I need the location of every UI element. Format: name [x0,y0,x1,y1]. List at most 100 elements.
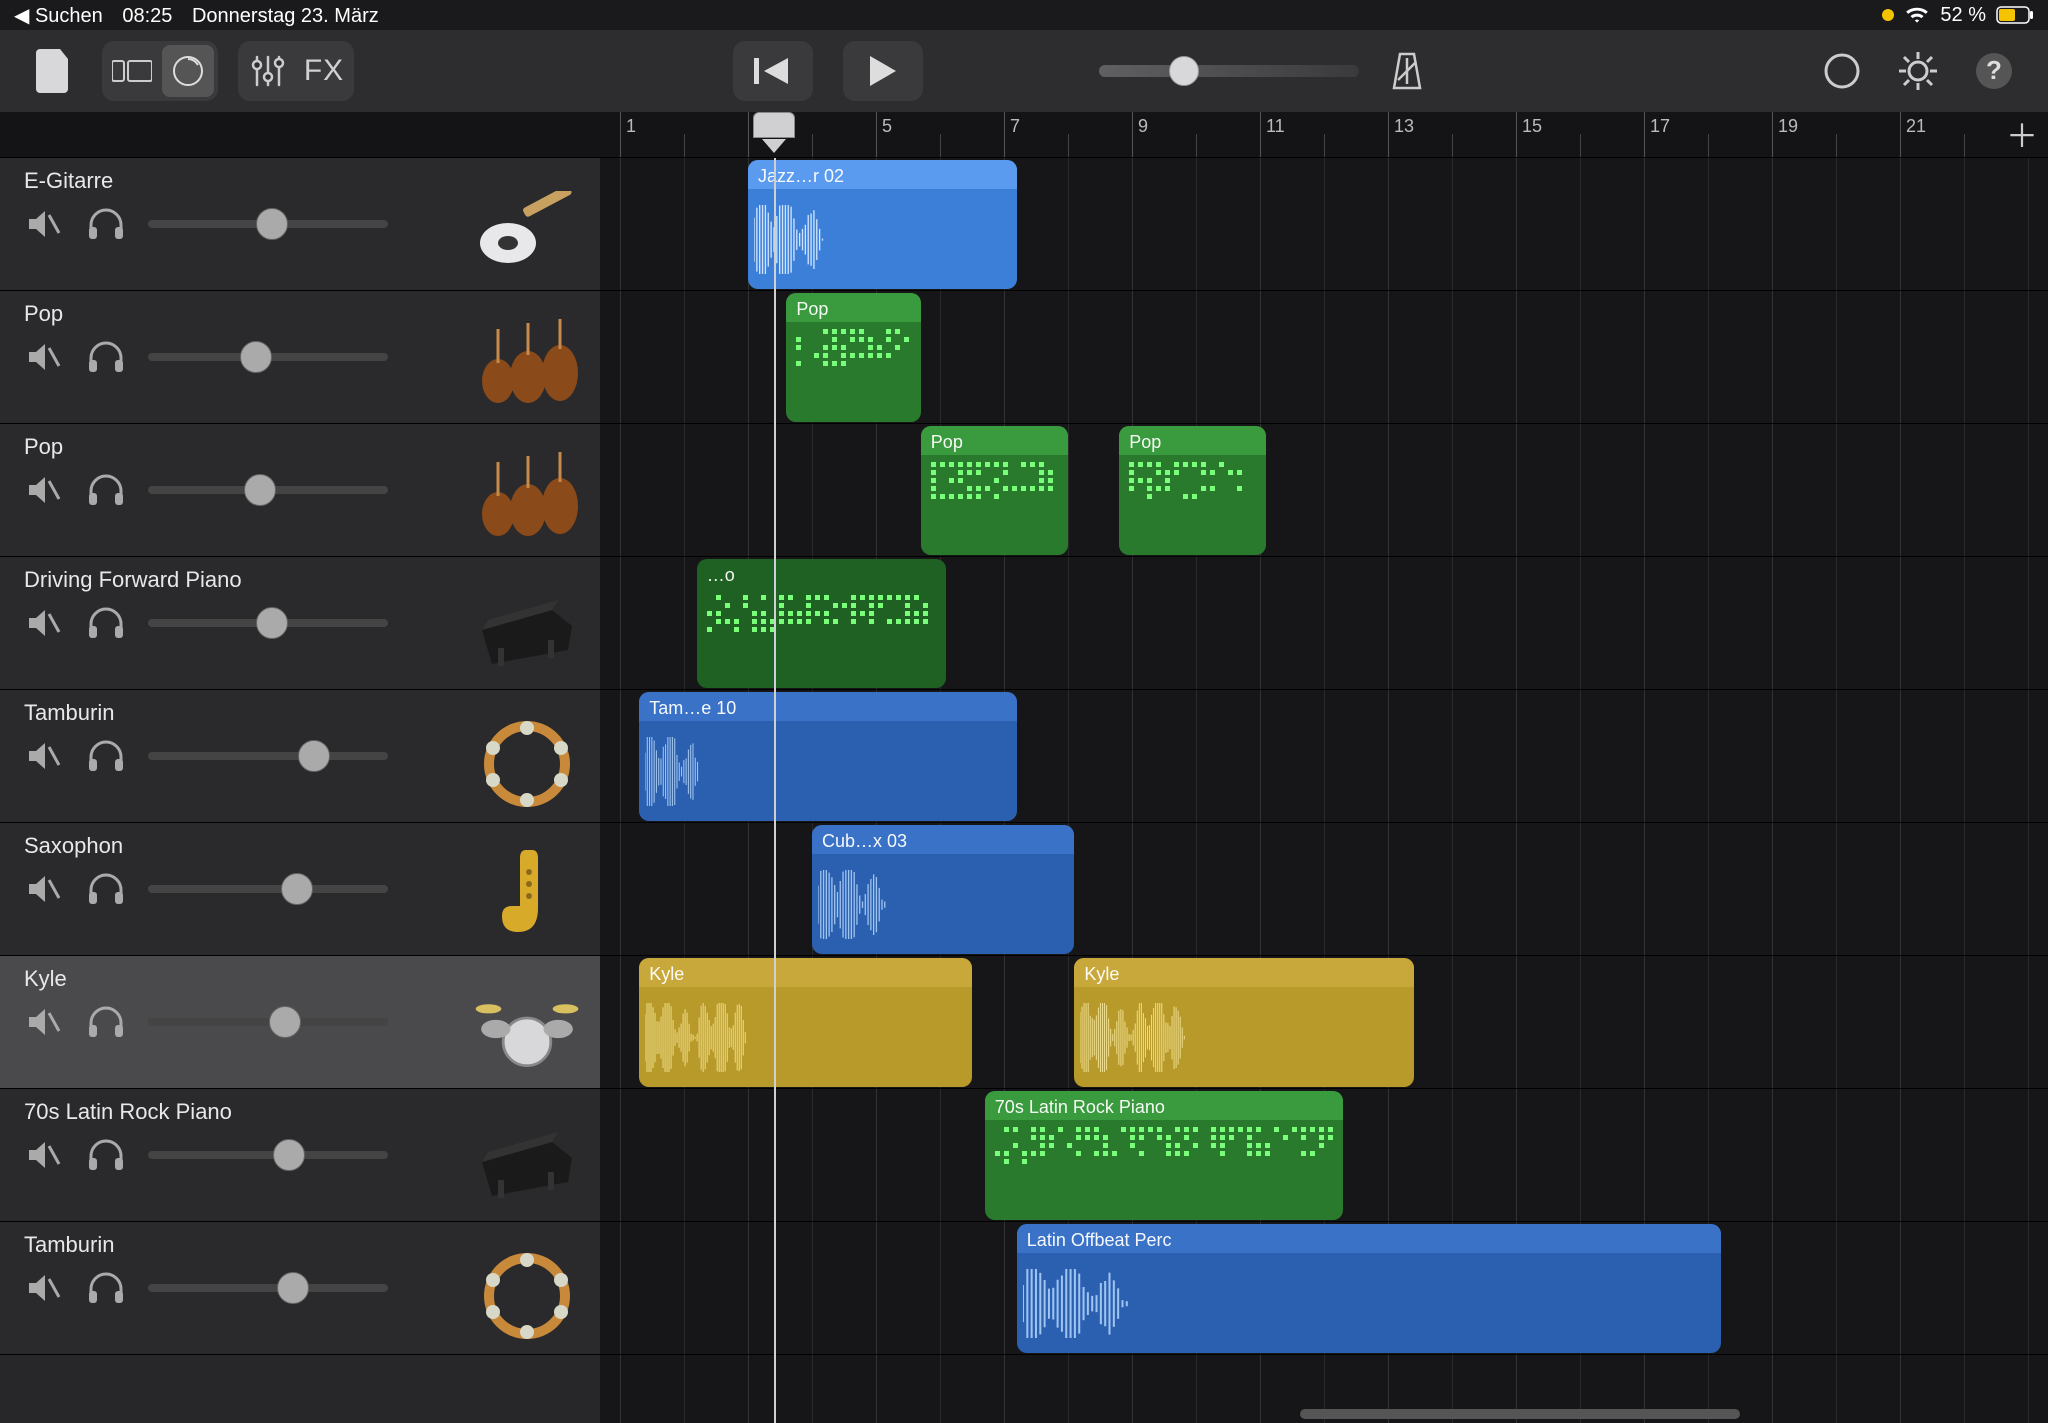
timeline[interactable]: Jazz…r 02PopPopPop…oTam…e 10Cub…x 03Kyle… [600,158,2048,1423]
ruler-tick: 19 [1772,112,1798,157]
track-header[interactable]: Pop [0,291,600,424]
region[interactable]: 70s Latin Rock Piano [985,1091,1343,1220]
main-area: E-GitarrePopPopDriving Forward PianoTamb… [0,158,2048,1423]
loop-browser-button[interactable] [1814,43,1870,99]
region[interactable]: Jazz…r 02 [748,160,1017,289]
help-button[interactable]: ? [1966,43,2022,99]
volume-knob[interactable] [244,474,276,506]
battery-icon [1996,6,2034,24]
track-volume-slider[interactable] [148,486,388,494]
region-label: Jazz…r 02 [748,160,1017,189]
track-volume-slider[interactable] [148,1151,388,1159]
status-bar: ◀ Suchen 08:25 Donnerstag 23. März 52 % [0,0,2048,30]
region[interactable]: Kyle [639,958,972,1087]
rewind-button[interactable] [733,41,813,101]
instrument-icon [472,718,582,808]
ruler-tick: 17 [1644,112,1670,157]
track-controls-button[interactable] [242,45,294,97]
date: Donnerstag 23. März [192,5,379,27]
track-volume-slider[interactable] [148,1284,388,1292]
region[interactable]: Tam…e 10 [639,692,1017,821]
track-lane[interactable] [600,424,2048,557]
metronome-button[interactable] [1379,43,1435,99]
horizontal-scrollbar[interactable] [1300,1409,1740,1419]
volume-knob[interactable] [277,1272,309,1304]
volume-knob[interactable] [256,607,288,639]
ruler-tick: 1 [620,112,636,157]
instrument-icon [472,452,582,542]
mute-button[interactable] [24,1135,64,1175]
volume-knob[interactable] [269,1006,301,1038]
back-to-app[interactable]: ◀ Suchen [14,5,103,27]
master-volume-slider[interactable] [1099,65,1359,77]
mute-button[interactable] [24,1002,64,1042]
instrument-icon [472,984,582,1074]
headphones-button[interactable] [86,204,126,244]
track-header[interactable]: E-Gitarre [0,158,600,291]
volume-knob[interactable] [298,740,330,772]
add-track-button[interactable]: ＋ [2004,116,2040,152]
region[interactable]: Pop [1119,426,1266,555]
volume-knob[interactable] [240,341,272,373]
headphones-button[interactable] [86,1268,126,1308]
track-volume-slider[interactable] [148,353,388,361]
region-label: 70s Latin Rock Piano [985,1091,1343,1120]
toolbar: FX ? [0,30,2048,112]
mute-button[interactable] [24,337,64,377]
volume-knob[interactable] [273,1139,305,1171]
headphones-button[interactable] [86,869,126,909]
timeline-ruler[interactable]: ＋ 13579111315171921 [600,112,2048,157]
headphones-button[interactable] [86,1002,126,1042]
ruler-tick: 15 [1516,112,1542,157]
playhead[interactable] [774,158,776,1423]
settings-button[interactable] [1890,43,1946,99]
mute-button[interactable] [24,736,64,776]
playhead-handle[interactable] [753,112,795,138]
track-header[interactable]: Saxophon [0,823,600,956]
instrument-icon [472,186,582,276]
my-songs-button[interactable] [26,43,82,99]
volume-knob[interactable] [281,873,313,905]
region-label: …o [697,559,947,588]
track-header[interactable]: Kyle [0,956,600,1089]
ruler-tick: 5 [876,112,892,157]
track-header[interactable]: Tamburin [0,690,600,823]
track-volume-slider[interactable] [148,752,388,760]
track-volume-slider[interactable] [148,1018,388,1026]
mute-button[interactable] [24,1268,64,1308]
mute-button[interactable] [24,204,64,244]
track-header[interactable]: 70s Latin Rock Piano [0,1089,600,1222]
transport [733,41,923,101]
region[interactable]: Pop [921,426,1068,555]
mute-button[interactable] [24,869,64,909]
view-tracks-button[interactable] [106,45,158,97]
region[interactable]: …o [697,559,947,688]
headphones-button[interactable] [86,736,126,776]
view-regions-button[interactable] [162,45,214,97]
track-volume-slider[interactable] [148,220,388,228]
region-label: Cub…x 03 [812,825,1074,854]
master-volume-knob[interactable] [1169,56,1199,86]
mute-button[interactable] [24,603,64,643]
volume-knob[interactable] [256,208,288,240]
track-header[interactable]: Driving Forward Piano [0,557,600,690]
region[interactable]: Kyle [1074,958,1413,1087]
headphones-button[interactable] [86,470,126,510]
svg-text:?: ? [1986,55,2002,85]
track-volume-slider[interactable] [148,619,388,627]
mute-button[interactable] [24,470,64,510]
headphones-button[interactable] [86,1135,126,1175]
fx-button[interactable]: FX [298,45,350,97]
region[interactable]: Latin Offbeat Perc [1017,1224,1721,1353]
location-indicator-icon [1882,9,1894,21]
headphones-button[interactable] [86,337,126,377]
region[interactable]: Cub…x 03 [812,825,1074,954]
instrument-icon [472,319,582,409]
headphones-button[interactable] [86,603,126,643]
play-button[interactable] [843,41,923,101]
track-header[interactable]: Pop [0,424,600,557]
track-header[interactable]: Tamburin [0,1222,600,1355]
track-volume-slider[interactable] [148,885,388,893]
region[interactable]: Pop [786,293,920,422]
instrument-icon [472,1117,582,1207]
